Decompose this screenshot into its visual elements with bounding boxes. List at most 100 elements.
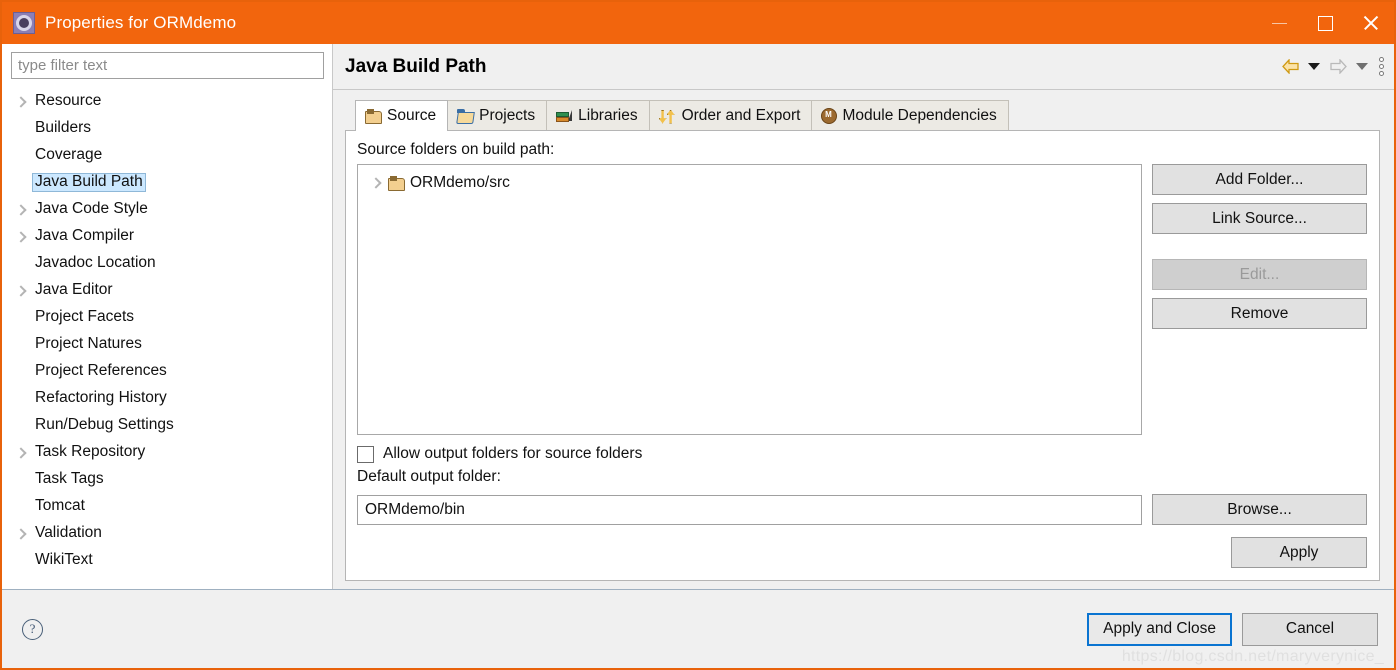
- close-button[interactable]: [1348, 2, 1394, 44]
- sidebar-item-coverage[interactable]: Coverage: [2, 142, 332, 169]
- sidebar-item-label: Javadoc Location: [35, 254, 156, 272]
- tab-label: Libraries: [578, 106, 638, 124]
- tab-module-dependencies[interactable]: M Module Dependencies: [811, 100, 1009, 130]
- source-folder-row[interactable]: ORMdemo/src: [358, 171, 1141, 195]
- sidebar-item-java-build-path[interactable]: Java Build Path: [2, 169, 332, 196]
- default-output-folder-label: Default output folder:: [357, 468, 501, 485]
- sidebar-item-resource[interactable]: Resource: [2, 88, 332, 115]
- source-folders-label: Source folders on build path:: [357, 141, 555, 158]
- add-folder-button[interactable]: Add Folder...: [1152, 164, 1367, 195]
- allow-output-folders-checkbox[interactable]: [357, 445, 374, 463]
- maximize-icon: [1317, 15, 1333, 31]
- source-folders-row: ORMdemo/src Add Folder... Link Source... E…: [357, 164, 1367, 435]
- sidebar-item-label: Java Code Style: [35, 200, 148, 218]
- watermark: https://blog.csdn.net/maryverynice_: [1121, 648, 1384, 665]
- sidebar-item-label: Project Facets: [35, 308, 135, 326]
- default-output-row: Browse...: [357, 494, 1367, 525]
- filter-input[interactable]: [11, 52, 324, 79]
- properties-dialog: Properties for ORMdemo Resource Builders C…: [0, 0, 1396, 670]
- window-title: Properties for ORMdemo: [45, 13, 237, 32]
- link-source-button[interactable]: Link Source...: [1152, 203, 1367, 234]
- chevron-right-icon[interactable]: [12, 223, 32, 250]
- module-circle-icon: M: [821, 108, 838, 124]
- chevron-right-icon[interactable]: [12, 196, 32, 223]
- source-folder-label: ORMdemo/src: [410, 174, 510, 191]
- sidebar-item-java-code-style[interactable]: Java Code Style: [2, 196, 332, 223]
- sidebar-item-builders[interactable]: Builders: [2, 115, 332, 142]
- sidebar-item-label: Project Natures: [35, 335, 142, 353]
- forward-dropdown-icon[interactable]: [1351, 54, 1373, 80]
- tab-order-and-export[interactable]: Order and Export: [648, 100, 813, 130]
- dialog-footer: ? Apply and Close Cancel https://blog.cs…: [2, 589, 1394, 668]
- sidebar-item-label: Run/Debug Settings: [35, 416, 174, 434]
- back-arrow-icon[interactable]: [1279, 54, 1301, 80]
- apply-and-close-button[interactable]: Apply and Close: [1087, 612, 1232, 646]
- build-path-tabs: Source Projects Libraries Order and Export M…: [345, 100, 1380, 131]
- forward-arrow-icon[interactable]: [1327, 54, 1349, 80]
- sidebar-item-validation[interactable]: Validation: [2, 520, 332, 547]
- sidebar-item-refactoring-history[interactable]: Refactoring History: [2, 385, 332, 412]
- dialog-body: ResourceBuildersCoverageJava Build PathJ…: [2, 44, 1394, 589]
- tab-label: Projects: [479, 106, 536, 124]
- sidebar-item-label: Project References: [35, 362, 167, 380]
- cancel-button[interactable]: Cancel: [1242, 612, 1378, 646]
- sidebar-item-label: Task Tags: [35, 470, 104, 488]
- chevron-right-icon[interactable]: [12, 88, 32, 115]
- tab-projects[interactable]: Projects: [447, 100, 548, 130]
- up-down-arrows-icon: [659, 109, 676, 123]
- title-bar: Properties for ORMdemo: [2, 2, 1394, 44]
- remove-button[interactable]: Remove: [1152, 298, 1367, 329]
- books-icon: [556, 109, 573, 123]
- sidebar-item-javadoc-location[interactable]: Javadoc Location: [2, 250, 332, 277]
- browse-button[interactable]: Browse...: [1152, 494, 1367, 525]
- package-folder-icon: [388, 176, 405, 191]
- apply-button[interactable]: Apply: [1231, 537, 1367, 568]
- maximize-button[interactable]: [1302, 2, 1348, 44]
- sidebar-item-task-repository[interactable]: Task Repository: [2, 439, 332, 466]
- chevron-right-icon[interactable]: [12, 439, 32, 466]
- view-menu-icon[interactable]: [1379, 57, 1384, 76]
- settings-sidebar: Resource Builders Coverage Java Build Path J…: [2, 44, 333, 589]
- sidebar-item-label: Task Repository: [35, 443, 146, 461]
- sidebar-item-label: Resource: [35, 92, 102, 110]
- source-folders-list[interactable]: ORMdemo/src: [357, 164, 1142, 435]
- sidebar-item-project-references[interactable]: Project References: [2, 358, 332, 385]
- sidebar-item-run-debug-settings[interactable]: Run/Debug Settings: [2, 412, 332, 439]
- apply-row: Apply: [357, 537, 1367, 568]
- close-icon: [1362, 14, 1380, 32]
- tab-libraries[interactable]: Libraries: [546, 100, 650, 130]
- back-dropdown-icon[interactable]: [1303, 54, 1325, 80]
- chevron-right-icon[interactable]: [12, 277, 32, 304]
- minimize-button[interactable]: [1256, 2, 1302, 44]
- main-header: Java Build Path: [333, 44, 1394, 90]
- sidebar-item-tomcat[interactable]: Tomcat: [2, 493, 332, 520]
- chevron-right-icon[interactable]: [366, 171, 388, 195]
- default-output-folder-input[interactable]: [357, 494, 1142, 525]
- main-content: Source Projects Libraries Order and Export M…: [333, 90, 1394, 589]
- sidebar-item-project-natures[interactable]: Project Natures: [2, 331, 332, 358]
- sidebar-item-java-editor[interactable]: Java Editor: [2, 277, 332, 304]
- allow-output-folders-label: Allow output folders for source folders: [383, 445, 643, 462]
- source-actions-column: Add Folder... Link Source... Edit... Remove: [1152, 164, 1367, 435]
- tab-label: Source: [387, 107, 437, 124]
- sidebar-item-wikitext[interactable]: WikiText: [2, 547, 332, 574]
- help-icon[interactable]: ?: [22, 618, 43, 640]
- sidebar-item-java-compiler[interactable]: Java Compiler: [2, 223, 332, 250]
- sidebar-item-label: Java Compiler: [35, 227, 135, 245]
- edit-button: Edit...: [1152, 259, 1367, 290]
- sidebar-item-task-tags[interactable]: Task Tags: [2, 466, 332, 493]
- filter-container: [2, 52, 332, 85]
- sidebar-item-project-facets[interactable]: Project Facets: [2, 304, 332, 331]
- allow-output-folders-row[interactable]: Allow output folders for source folders: [357, 445, 1367, 463]
- package-folder-icon: [365, 109, 382, 124]
- chevron-right-icon[interactable]: [12, 520, 32, 547]
- tab-label: Order and Export: [681, 106, 801, 124]
- gear-icon: [13, 12, 35, 34]
- tab-source[interactable]: Source: [355, 100, 449, 131]
